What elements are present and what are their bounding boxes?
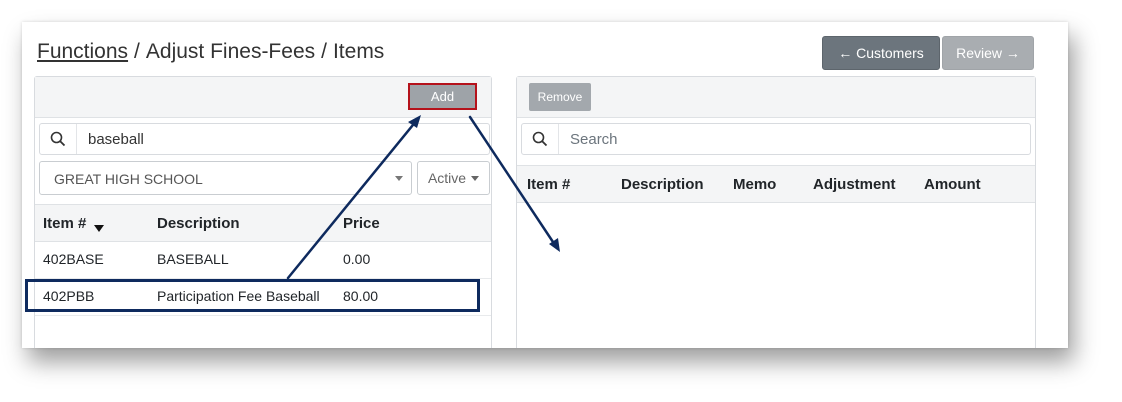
table-row-selected[interactable]: 402PBB Participation Fee Baseball 80.00 (35, 278, 491, 316)
row-price: 80.00 (343, 288, 379, 304)
selected-items-panel: Remove Search Item # Description Memo Ad… (516, 76, 1036, 348)
search-icon (522, 124, 559, 154)
status-dropdown-value: Active (427, 170, 467, 186)
app-window: Functions / Adjust Fines-Fees / Items ← Cust… (22, 22, 1068, 348)
row-description: Participation Fee Baseball (157, 288, 320, 304)
row-item-number: 402PBB (43, 288, 95, 304)
left-toolbar: Add (35, 77, 491, 118)
column-header-price[interactable]: Price (343, 215, 380, 232)
column-header-description[interactable]: Description (621, 176, 704, 193)
chevron-down-icon (395, 176, 403, 181)
column-header-description[interactable]: Description (157, 215, 240, 232)
customers-back-button[interactable]: ← Customers (822, 36, 940, 70)
breadcrumb-functions-link[interactable]: Functions (37, 40, 128, 63)
breadcrumb-current: Items (332, 40, 385, 63)
column-header-amount[interactable]: Amount (924, 176, 981, 193)
column-header-item[interactable]: Item # (43, 215, 105, 232)
chevron-down-icon (471, 175, 480, 181)
status-dropdown[interactable]: Active (417, 161, 490, 195)
breadcrumb-separator: / (321, 40, 327, 63)
remove-button[interactable]: Remove (529, 83, 591, 111)
breadcrumb-section: Adjust Fines-Fees (145, 40, 316, 63)
selected-search-bar: Search (521, 123, 1031, 155)
row-item-number: 402BASE (43, 251, 104, 267)
available-items-panel: Add baseball GREAT HIGH SCHOOL Active It… (34, 76, 492, 348)
right-toolbar: Remove (517, 77, 1035, 118)
selected-search-input[interactable]: Search (570, 131, 618, 148)
school-select-value: GREAT HIGH SCHOOL (54, 171, 203, 187)
sort-descending-icon (94, 225, 105, 232)
column-header-memo[interactable]: Memo (733, 176, 776, 193)
review-next-button[interactable]: Review → (942, 36, 1034, 70)
breadcrumb: Functions / Adjust Fines-Fees / Items (37, 40, 384, 64)
row-description: BASEBALL (157, 251, 229, 267)
items-table-header: Item # Description Price (35, 204, 491, 242)
add-button[interactable]: Add (408, 83, 477, 110)
column-header-item[interactable]: Item # (527, 176, 570, 193)
selected-table-header: Item # Description Memo Adjustment Amoun… (517, 165, 1035, 203)
breadcrumb-separator: / (134, 40, 140, 63)
row-price: 0.00 (343, 251, 371, 267)
item-search-input[interactable]: baseball (88, 131, 144, 148)
school-select[interactable]: GREAT HIGH SCHOOL (39, 161, 412, 195)
table-row[interactable]: 402BASE BASEBALL 0.00 (35, 241, 491, 279)
column-header-adjustment[interactable]: Adjustment (813, 176, 896, 193)
search-icon (40, 124, 77, 154)
item-search-bar: baseball (39, 123, 490, 155)
